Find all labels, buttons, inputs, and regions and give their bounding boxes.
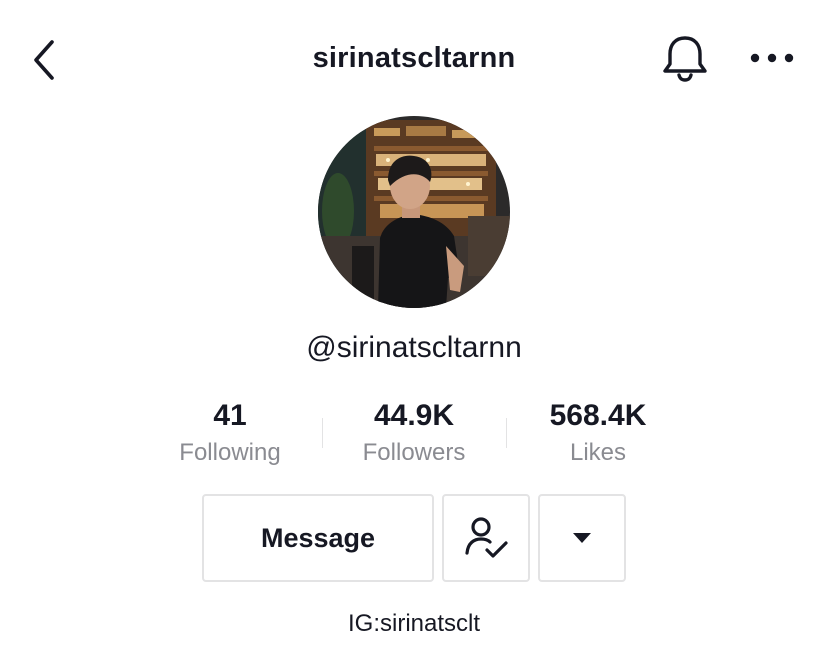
- stat-divider: [322, 418, 323, 448]
- likes-label: Likes: [569, 439, 627, 466]
- more-horizontal-icon: [750, 53, 794, 63]
- profile-photo: [318, 116, 510, 308]
- more-options-button[interactable]: [744, 40, 800, 76]
- followers-label: Followers: [362, 439, 466, 466]
- message-button-label: Message: [260, 522, 376, 553]
- following-label: Following: [179, 439, 281, 466]
- likes-count: 568.4K: [549, 399, 647, 432]
- chevron-left-icon: [34, 40, 54, 80]
- message-button[interactable]: Message: [202, 494, 434, 582]
- stat-following[interactable]: 41 Following: [150, 396, 310, 472]
- caret-down-icon: [573, 533, 591, 543]
- page-title: sirinatscltarnn: [312, 42, 516, 74]
- avatar[interactable]: [318, 116, 510, 308]
- following-count: 41: [213, 399, 247, 432]
- stat-divider: [506, 418, 507, 448]
- followers-count: 44.9K: [373, 399, 455, 432]
- profile-handle: @sirinatscltarnn: [306, 331, 522, 364]
- stat-likes[interactable]: 568.4K Likes: [518, 396, 678, 472]
- bell-icon: [663, 36, 707, 82]
- stat-followers[interactable]: 44.9K Followers: [334, 396, 494, 472]
- notification-bell-button[interactable]: [656, 30, 714, 86]
- back-button[interactable]: [22, 34, 66, 86]
- profile-bio: IG:sirinatsclt: [347, 610, 481, 637]
- more-actions-dropdown-button[interactable]: [538, 494, 626, 582]
- friends-button[interactable]: [442, 494, 530, 582]
- user-check-icon: [465, 517, 508, 558]
